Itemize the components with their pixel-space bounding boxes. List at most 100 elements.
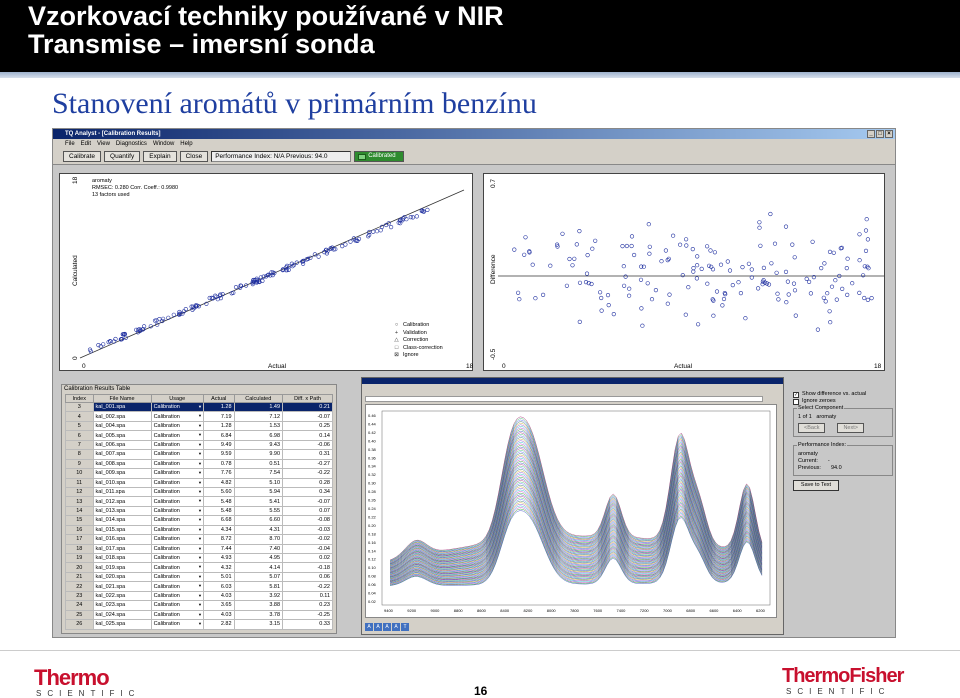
difference-point [605, 292, 611, 298]
menu-edit[interactable]: Edit [81, 139, 91, 149]
column-header[interactable]: Index [65, 394, 94, 403]
menu-help[interactable]: Help [180, 139, 192, 149]
zoom-icon-3[interactable]: A [383, 623, 391, 631]
table-cell: kal_016.spa [92, 534, 152, 545]
ignore-zeroes-checkbox[interactable]: Ignore zeroes [793, 398, 893, 405]
table-row[interactable]: 10kal_009.spaCalibration7.767.54-0.22 [65, 468, 333, 479]
column-header[interactable]: File Name [92, 394, 152, 403]
table-cell[interactable]: Calibration [150, 496, 204, 507]
table-row[interactable]: 16kal_015.spaCalibration4.344.31-0.03 [65, 524, 333, 536]
difference-point [599, 308, 604, 313]
calibrate-button[interactable]: Calibrate [63, 151, 102, 162]
table-row[interactable]: 12kal_011.spaCalibration5.605.940.34 [65, 486, 333, 498]
menu-file[interactable]: File [65, 139, 75, 149]
table-cell[interactable]: Calibration [150, 401, 204, 413]
table-row[interactable]: 14kal_013.spaCalibration5.485.550.07 [65, 505, 333, 517]
diff-x-min: 0 [502, 363, 506, 370]
table-row[interactable]: 23kal_022.spaCalibration4.033.920.11 [65, 590, 333, 602]
difference-point [863, 228, 869, 233]
difference-point [862, 295, 867, 301]
table-cell[interactable]: Calibration [150, 439, 204, 451]
back-button[interactable]: <Back [798, 423, 826, 433]
table-row[interactable]: 26kal_025.spaCalibration2.823.150.33 [65, 619, 333, 630]
table-row[interactable]: 5kal_004.spaCalibration1.281.530.25 [65, 420, 333, 432]
table-row[interactable]: 15kal_014.spaCalibration6.686.60-0.08 [65, 515, 333, 526]
close-icon[interactable]: × [885, 130, 893, 138]
table-cell[interactable]: Calibration [150, 552, 204, 564]
menu-diagnostics[interactable]: Diagnostics [116, 139, 147, 149]
show-difference-checkbox[interactable]: ✓ Show difference vs. actual [793, 391, 893, 398]
table-row[interactable]: 7kal_006.spaCalibration9.499.43-0.06 [65, 439, 333, 451]
table-row[interactable]: 20kal_019.spaCalibration4.324.14-0.18 [65, 562, 333, 573]
table-row[interactable]: 22kal_021.spaCalibration6.035.81-0.22 [65, 581, 333, 592]
spectra-y-tick: 0.42 [368, 430, 377, 435]
spectra-y-tick: 0.30 [368, 481, 377, 486]
minimize-icon[interactable]: _ [867, 130, 875, 138]
table-cell[interactable]: Calibration [150, 420, 204, 432]
save-to-text-button[interactable]: Save to Text [793, 480, 839, 491]
table-cell: kal_022.spa [92, 590, 152, 602]
table-cell[interactable]: Calibration [150, 477, 204, 488]
table-row[interactable]: 24kal_023.spaCalibration3.653.880.23 [65, 600, 333, 611]
table-row[interactable]: 25kal_024.spaCalibration4.033.78-0.25 [65, 609, 333, 621]
next-button[interactable]: Next> [837, 423, 864, 433]
zoom-icon[interactable]: A [365, 623, 373, 631]
previous-value: 94.0 [830, 465, 842, 471]
table-row[interactable]: 11kal_010.spaCalibration4.825.100.28 [65, 477, 333, 488]
table-row[interactable]: 4kal_002.spaCalibration7.197.12-0.07 [65, 411, 333, 422]
difference-point [695, 263, 700, 268]
difference-point [705, 281, 710, 286]
table-cell[interactable]: Calibration [150, 543, 204, 555]
table-row[interactable]: 9kal_008.spaCalibration0.780.51-0.27 [65, 458, 333, 470]
table-cell: -0.18 [282, 562, 333, 573]
table-row[interactable]: 6kal_005.spaCalibration6.846.980.14 [65, 430, 333, 441]
menu-view[interactable]: View [97, 139, 110, 149]
table-cell[interactable]: Calibration [150, 430, 204, 441]
table-cell[interactable]: Calibration [150, 571, 204, 583]
table-cell[interactable]: Calibration [150, 411, 204, 422]
table-row[interactable]: 8kal_007.spaCalibration9.599.900.31 [65, 449, 333, 460]
table-cell[interactable]: Calibration [150, 562, 204, 573]
close-button[interactable]: Close [179, 151, 209, 162]
table-row[interactable]: 13kal_012.spaCalibration5.485.41-0.07 [65, 496, 333, 507]
table-row[interactable]: 19kal_018.spaCalibration4.934.950.02 [65, 552, 333, 564]
column-header[interactable]: Calculated [233, 394, 284, 403]
table-cell[interactable]: Calibration [150, 458, 204, 470]
table-cell[interactable]: Calibration [150, 449, 204, 460]
table-cell: -0.07 [282, 411, 333, 422]
tq-analyst-window: TQ Analyst - [Calibration Results] _ □ ×… [52, 128, 896, 638]
explain-button[interactable]: Explain [143, 151, 177, 162]
table-cell: 6.84 [202, 430, 235, 441]
table-cell[interactable]: Calibration [150, 600, 204, 611]
quantify-button[interactable]: Quantify [104, 151, 141, 162]
table-row[interactable]: 17kal_016.spaCalibration8.728.70-0.02 [65, 534, 333, 545]
spectra-plot[interactable]: 0.46 0.44 0.42 0.40 0.38 0.36 0.34 0.32 0.30 0.28… [365, 404, 777, 618]
table-cell: 4.03 [202, 609, 235, 621]
menu-window[interactable]: Window [153, 139, 174, 149]
zoom-icon-2[interactable]: A [374, 623, 382, 631]
table-cell[interactable]: Calibration [150, 505, 204, 517]
table-cell[interactable]: Calibration [150, 590, 204, 602]
table-cell[interactable]: Calibration [150, 609, 204, 621]
column-header[interactable]: Actual [202, 394, 235, 403]
table-cell[interactable]: Calibration [150, 468, 204, 479]
table-cell: kal_005.spa [92, 430, 152, 441]
table-cell[interactable]: Calibration [150, 619, 204, 630]
table-cell[interactable]: Calibration [150, 534, 204, 545]
zoom-icon-4[interactable]: A [392, 623, 400, 631]
difference-point [792, 288, 798, 293]
table-cell[interactable]: Calibration [150, 524, 204, 536]
difference-point [574, 242, 579, 247]
column-header[interactable]: Usage [150, 394, 204, 403]
difference-plot[interactable]: Difference 0.7 -0.5 Actual 0 18 [483, 173, 885, 371]
table-row[interactable]: 21kal_020.spaCalibration5.015.070.06 [65, 571, 333, 583]
zoom-icon-5[interactable]: T [401, 623, 409, 631]
table-row[interactable]: 18kal_017.spaCalibration7.447.40-0.04 [65, 543, 333, 555]
thermofisher-logo: ThermoFisher [782, 665, 904, 687]
table-cell[interactable]: Calibration [150, 486, 204, 498]
column-header[interactable]: Diff. x Path [282, 394, 333, 403]
table-cell[interactable]: Calibration [150, 515, 204, 526]
table-cell[interactable]: Calibration [150, 581, 204, 592]
maximize-icon[interactable]: □ [876, 130, 884, 138]
table-row[interactable]: 3kal_001.spaCalibration1.281.490.21 [65, 401, 333, 413]
